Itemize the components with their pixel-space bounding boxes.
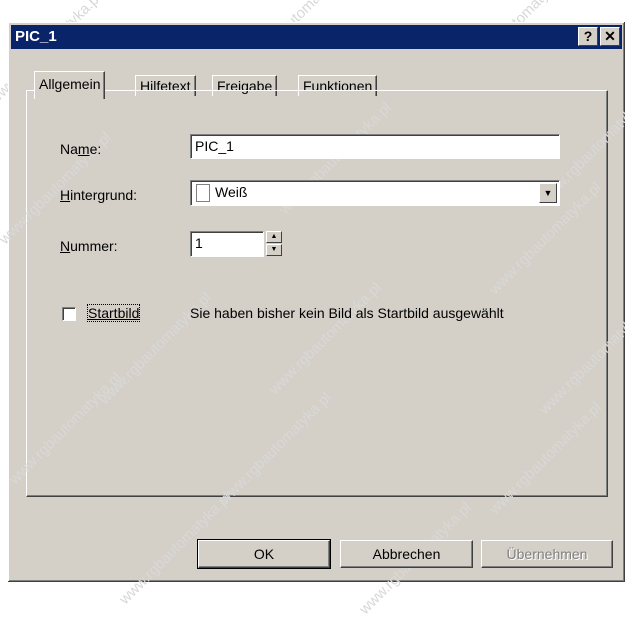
chevron-down-icon[interactable]: ▼ — [539, 183, 557, 203]
number-label-accel: N — [60, 238, 71, 254]
background-label: Hintergrund: — [60, 187, 137, 203]
title-bar: PIC_1 ? ✕ — [11, 25, 622, 49]
help-button[interactable]: ? — [578, 27, 598, 46]
background-value: Weiß — [215, 184, 248, 200]
number-input[interactable]: 1 — [190, 231, 264, 257]
background-select[interactable]: Weiß ▼ — [190, 180, 560, 206]
number-label: Nummer: — [60, 238, 118, 254]
startbild-checkbox[interactable] — [62, 307, 76, 321]
close-button[interactable]: ✕ — [600, 27, 620, 46]
number-label-post: ummer: — [70, 238, 118, 254]
name-label-accel: m — [77, 141, 90, 157]
ok-button[interactable]: OK — [197, 539, 331, 569]
color-swatch — [196, 184, 210, 202]
startbild-info: Sie haben bisher kein Bild als Startbild… — [190, 305, 504, 321]
window-title: PIC_1 — [15, 28, 57, 45]
tab-allgemein[interactable]: Allgemein — [34, 71, 106, 99]
name-label-pre: Na — [60, 141, 78, 157]
name-input[interactable]: PIC_1 — [190, 134, 560, 159]
startbild-label[interactable]: Startbild — [86, 304, 141, 322]
spin-down-button[interactable]: ▼ — [266, 244, 282, 256]
name-label-post: e: — [89, 141, 102, 157]
background-label-accel: H — [60, 187, 71, 203]
name-label: Name: — [60, 141, 101, 157]
background-label-post: intergrund: — [70, 187, 138, 203]
apply-button: Übernehmen — [481, 540, 613, 568]
spin-up-button[interactable]: ▲ — [266, 231, 282, 243]
cancel-button[interactable]: Abbrechen — [340, 540, 473, 568]
